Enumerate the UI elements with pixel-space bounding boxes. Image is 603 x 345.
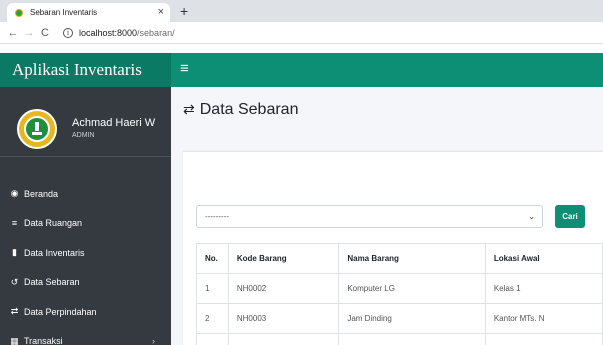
chevron-right-icon: › bbox=[152, 335, 155, 345]
user-panel: Achmad Haeri W ADMIN bbox=[0, 87, 171, 157]
column-header: Lokasi Awal bbox=[484, 243, 603, 274]
sidebar-item-data-ruangan[interactable]: ≡ Data Ruangan bbox=[0, 209, 171, 239]
table-cell bbox=[196, 333, 229, 345]
sidebar-item-label: Data Inventaris bbox=[24, 247, 85, 258]
table-cell: Jam Dinding bbox=[338, 303, 486, 334]
search-button[interactable]: Cari bbox=[555, 205, 585, 228]
table-cell: NH0003 bbox=[227, 303, 340, 334]
emblem-icon bbox=[32, 122, 42, 136]
main-content: ⇄ Data Sebaran --------- ⌄ Cari No. Kode … bbox=[171, 87, 603, 345]
file-icon: ▮ bbox=[12, 247, 17, 258]
table-cell bbox=[227, 333, 340, 345]
favicon-icon bbox=[15, 8, 23, 17]
url-path: /sebaran/ bbox=[137, 27, 175, 38]
forward-button[interactable]: → bbox=[21, 22, 37, 44]
sidebar-item-transaksi[interactable]: ▦ Transaksi › bbox=[0, 327, 171, 345]
select-value: --------- bbox=[205, 212, 229, 221]
browser-tab[interactable]: Sebaran Inventaris × bbox=[7, 3, 170, 22]
table-cell: NH0002 bbox=[227, 273, 340, 304]
avatar-emblem bbox=[24, 116, 50, 142]
url-field[interactable]: localhost:8000/sebaran/ bbox=[79, 28, 175, 38]
back-button[interactable]: ← bbox=[5, 22, 21, 44]
user-role: ADMIN bbox=[72, 132, 95, 139]
table-cell: Kelas 1 bbox=[484, 273, 603, 304]
table-icon: ▦ bbox=[10, 335, 19, 345]
brand-logo[interactable]: Aplikasi Inventaris bbox=[0, 53, 171, 87]
sidebar-menu: ◉ Beranda ≡ Data Ruangan ▮ Data Inventar… bbox=[0, 179, 171, 345]
user-name[interactable]: Achmad Haeri W bbox=[72, 117, 155, 129]
chevron-down-icon: ⌄ bbox=[528, 212, 535, 221]
table-row: 1 NH0002 Komputer LG Kelas 1 bbox=[196, 273, 603, 304]
exchange-icon: ⇄ bbox=[183, 101, 195, 117]
browser-tab-bar: Sebaran Inventaris × + bbox=[0, 0, 603, 22]
table-cell bbox=[484, 333, 603, 345]
table-row bbox=[196, 333, 603, 345]
address-bar: ← → C i localhost:8000/sebaran/ bbox=[0, 22, 603, 44]
sidebar-item-label: Data Sebaran bbox=[24, 277, 80, 288]
column-header: Nama Barang bbox=[338, 243, 486, 274]
site-info-icon[interactable]: i bbox=[63, 27, 73, 38]
tachometer-icon: ◉ bbox=[10, 188, 19, 199]
table-cell: 2 bbox=[196, 303, 229, 334]
table-cell bbox=[338, 333, 486, 345]
table-cell: Komputer LG bbox=[338, 273, 486, 304]
table-cell: Kantor MTs. N bbox=[484, 303, 603, 334]
sidebar-item-label: Beranda bbox=[24, 188, 59, 199]
tab-title: Sebaran Inventaris bbox=[30, 8, 98, 17]
sidebar-item-data-perpindahan[interactable]: ⇄ Data Perpindahan bbox=[0, 297, 171, 327]
reload-button[interactable]: C bbox=[37, 22, 53, 44]
sidebar-item-data-inventaris[interactable]: ▮ Data Inventaris bbox=[0, 238, 171, 268]
exchange-icon: ⇄ bbox=[10, 306, 19, 317]
table-header-row: No. Kode Barang Nama Barang Lokasi Awal bbox=[196, 243, 603, 274]
sidebar-item-label: Data Perpindahan bbox=[24, 306, 97, 317]
sidebar-item-label: Transaksi bbox=[24, 336, 63, 345]
hamburger-icon[interactable]: ≡ bbox=[180, 53, 189, 85]
sidebar-item-beranda[interactable]: ◉ Beranda bbox=[0, 179, 171, 209]
list-icon: ≡ bbox=[11, 218, 18, 229]
sebaran-table: No. Kode Barang Nama Barang Lokasi Awal … bbox=[196, 243, 603, 345]
card: --------- ⌄ Cari No. Kode Barang Nama Ba… bbox=[183, 151, 603, 345]
new-tab-button[interactable]: + bbox=[180, 3, 188, 19]
url-host: localhost:8000 bbox=[79, 27, 138, 38]
table-cell: 1 bbox=[196, 273, 229, 304]
table-row: 2 NH0003 Jam Dinding Kantor MTs. N bbox=[196, 303, 603, 334]
sidebar: Achmad Haeri W ADMIN ◉ Beranda ≡ Data Ru… bbox=[0, 87, 171, 345]
tab-close-icon[interactable]: × bbox=[158, 7, 164, 18]
column-header: Kode Barang bbox=[227, 243, 340, 274]
page-title: ⇄ Data Sebaran bbox=[183, 101, 298, 119]
column-header: No. bbox=[196, 243, 229, 274]
page-title-text: Data Sebaran bbox=[199, 101, 299, 118]
app-navbar: Aplikasi Inventaris ≡ bbox=[0, 53, 603, 87]
barang-select[interactable]: --------- ⌄ bbox=[196, 205, 543, 228]
avatar bbox=[17, 109, 57, 149]
sidebar-item-label: Data Ruangan bbox=[24, 218, 83, 229]
sidebar-item-data-sebaran[interactable]: ↺ Data Sebaran bbox=[0, 268, 171, 298]
history-icon: ↺ bbox=[10, 276, 19, 287]
